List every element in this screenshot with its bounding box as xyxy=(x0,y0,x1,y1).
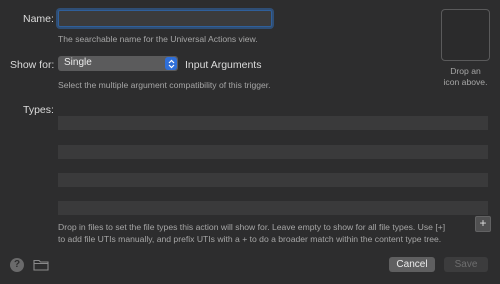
name-hint: The searchable name for the Universal Ac… xyxy=(58,34,258,44)
types-hint-line1: Drop in files to set the file types this… xyxy=(58,222,446,232)
folder-icon[interactable] xyxy=(33,258,49,276)
types-list-row[interactable] xyxy=(58,116,488,130)
name-label: Name: xyxy=(23,13,54,25)
types-label: Types: xyxy=(23,104,54,116)
show-for-selected: Single xyxy=(64,57,92,68)
name-input[interactable] xyxy=(58,10,272,27)
icon-hint-line1: Drop an xyxy=(450,66,481,76)
types-hint: Drop in files to set the file types this… xyxy=(58,222,470,245)
show-for-hint: Select the multiple argument compatibili… xyxy=(58,80,271,90)
chevron-updown-icon xyxy=(165,57,177,70)
add-type-button[interactable]: + xyxy=(475,216,491,232)
types-list-row[interactable] xyxy=(58,201,488,215)
icon-hint: Drop an icon above. xyxy=(441,66,490,88)
cancel-button[interactable]: Cancel xyxy=(389,257,435,272)
save-button[interactable]: Save xyxy=(444,257,488,272)
types-list-row[interactable] xyxy=(58,173,488,187)
show-for-label: Show for: xyxy=(10,59,55,71)
show-for-popup[interactable]: Single xyxy=(58,56,178,71)
icon-hint-line2: icon above. xyxy=(443,77,488,87)
types-hint-line2: to add file UTIs manually, and prefix UT… xyxy=(58,233,442,244)
help-icon[interactable]: ? xyxy=(10,258,24,272)
icon-drop-well[interactable] xyxy=(441,9,490,61)
types-list-row[interactable] xyxy=(58,145,488,159)
input-arguments-label: Input Arguments xyxy=(185,59,262,71)
